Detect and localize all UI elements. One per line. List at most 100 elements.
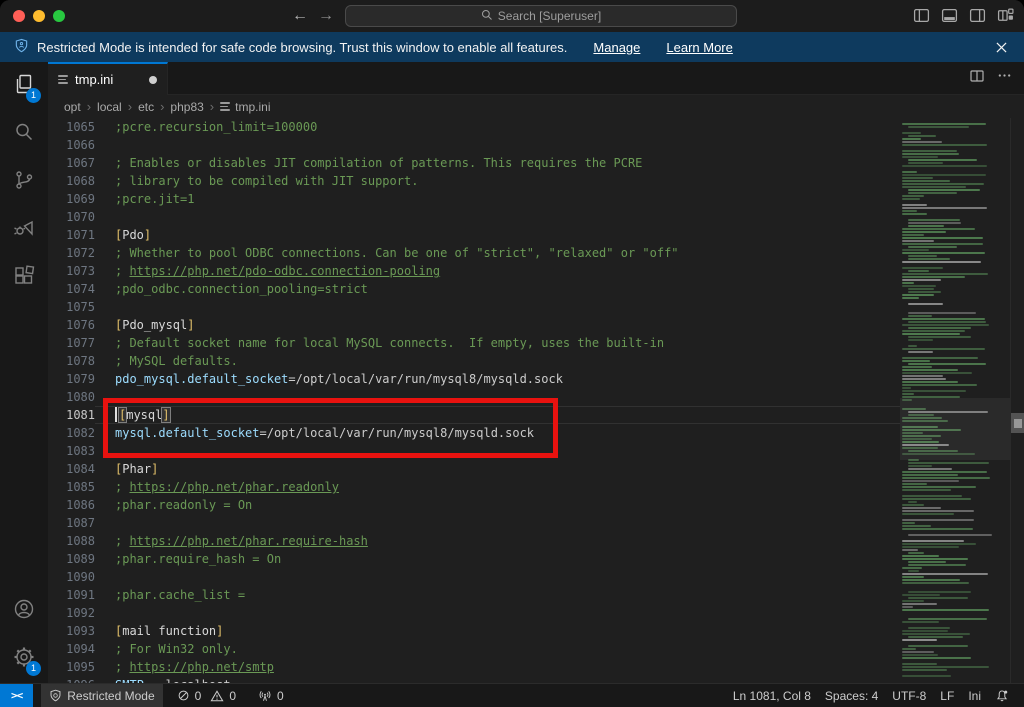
banner-close-button[interactable] <box>992 38 1010 56</box>
line-content[interactable]: pdo_mysql.default_socket=/opt/local/var/… <box>95 370 900 388</box>
line-content[interactable]: ;pcre.jit=1 <box>95 190 900 208</box>
ports-status[interactable]: 0 <box>250 684 292 707</box>
code-line[interactable]: 1080 <box>48 388 900 406</box>
code-line[interactable]: 1084[Phar] <box>48 460 900 478</box>
code-line[interactable]: 1095; https://php.net/smtp <box>48 658 900 676</box>
split-editor-button[interactable] <box>969 68 985 89</box>
line-content[interactable]: ;phar.require_hash = On <box>95 550 900 568</box>
line-content[interactable] <box>95 388 900 406</box>
window-close-button[interactable] <box>13 10 25 22</box>
code-line[interactable]: 1067; Enables or disables JIT compilatio… <box>48 154 900 172</box>
line-content[interactable]: ; https://php.net/smtp <box>95 658 900 676</box>
code-line[interactable]: 1085; https://php.net/phar.readonly <box>48 478 900 496</box>
breadcrumb-item[interactable]: local <box>97 100 122 114</box>
code-line[interactable]: 1068; library to be compiled with JIT su… <box>48 172 900 190</box>
code-line[interactable]: 1065;pcre.recursion_limit=100000 <box>48 118 900 136</box>
window-minimize-button[interactable] <box>33 10 45 22</box>
explorer-view-button[interactable]: 1 <box>0 62 48 110</box>
more-actions-button[interactable] <box>997 68 1012 88</box>
line-content[interactable] <box>95 298 900 316</box>
customize-layout-button[interactable] <box>997 7 1014 24</box>
notifications-button[interactable] <box>988 684 1016 707</box>
line-content[interactable]: [Pdo] <box>95 226 900 244</box>
breadcrumb-item[interactable]: opt <box>64 100 81 114</box>
line-content[interactable]: mysql.default_socket=/opt/local/var/run/… <box>95 424 900 442</box>
code-line[interactable]: 1073; https://php.net/pdo-odbc.connectio… <box>48 262 900 280</box>
encoding-status[interactable]: UTF-8 <box>885 684 933 707</box>
line-content[interactable]: ; library to be compiled with JIT suppor… <box>95 172 900 190</box>
scrollbar-thumb[interactable] <box>1014 419 1022 428</box>
breadcrumb-item[interactable]: php83 <box>170 100 203 114</box>
line-content[interactable]: ; MySQL defaults. <box>95 352 900 370</box>
restricted-mode-status[interactable]: Restricted Mode <box>41 684 162 707</box>
search-view-button[interactable] <box>0 110 48 158</box>
eol-status[interactable]: LF <box>933 684 961 707</box>
line-content[interactable]: ;pdo_odbc.connection_pooling=strict <box>95 280 900 298</box>
line-content[interactable]: ; For Win32 only. <box>95 640 900 658</box>
breadcrumb-item[interactable]: etc <box>138 100 154 114</box>
navigate-back-button[interactable]: ← <box>288 4 312 28</box>
code-line[interactable]: 1096SMTP = localhost <box>48 676 900 683</box>
accounts-button[interactable] <box>0 587 48 635</box>
line-content[interactable] <box>95 136 900 154</box>
line-content[interactable]: [mysql] <box>95 406 900 424</box>
code-line[interactable]: 1079pdo_mysql.default_socket=/opt/local/… <box>48 370 900 388</box>
code-line[interactable]: 1086;phar.readonly = On <box>48 496 900 514</box>
manage-link[interactable]: Manage <box>593 40 640 55</box>
code-line[interactable]: 1089;phar.require_hash = On <box>48 550 900 568</box>
line-content[interactable]: ; https://php.net/pdo-odbc.connection-po… <box>95 262 900 280</box>
code-line[interactable]: 1093[mail function] <box>48 622 900 640</box>
learn-more-link[interactable]: Learn More <box>666 40 732 55</box>
tab-tmp-ini[interactable]: tmp.ini <box>48 62 168 95</box>
code-line[interactable]: 1090 <box>48 568 900 586</box>
indentation-status[interactable]: Spaces: 4 <box>818 684 885 707</box>
code-line[interactable]: 1071[Pdo] <box>48 226 900 244</box>
line-content[interactable]: SMTP = localhost <box>95 676 900 683</box>
code-line[interactable]: 1092 <box>48 604 900 622</box>
line-content[interactable] <box>95 208 900 226</box>
code-line[interactable]: 1088; https://php.net/phar.require-hash <box>48 532 900 550</box>
line-content[interactable]: ; https://php.net/phar.require-hash <box>95 532 900 550</box>
line-content[interactable]: ;phar.readonly = On <box>95 496 900 514</box>
code-line[interactable]: 1076[Pdo_mysql] <box>48 316 900 334</box>
line-content[interactable]: [mail function] <box>95 622 900 640</box>
code-line[interactable]: 1072; Whether to pool ODBC connections. … <box>48 244 900 262</box>
line-content[interactable]: ;pcre.recursion_limit=100000 <box>95 118 900 136</box>
code-line[interactable]: 1066 <box>48 136 900 154</box>
navigate-forward-button[interactable]: → <box>314 4 338 28</box>
line-content[interactable]: ; https://php.net/phar.readonly <box>95 478 900 496</box>
line-content[interactable] <box>95 568 900 586</box>
line-content[interactable] <box>95 442 900 460</box>
line-content[interactable]: [Phar] <box>95 460 900 478</box>
code-line[interactable]: 1075 <box>48 298 900 316</box>
code-line[interactable]: 1083 <box>48 442 900 460</box>
code-line[interactable]: 1078; MySQL defaults. <box>48 352 900 370</box>
code-line[interactable]: 1070 <box>48 208 900 226</box>
command-center-search[interactable]: Search [Superuser] <box>345 5 737 27</box>
remote-indicator[interactable]: >< <box>0 684 33 707</box>
line-content[interactable]: ; Whether to pool ODBC connections. Can … <box>95 244 900 262</box>
code-editor[interactable]: 1065;pcre.recursion_limit=10000010661067… <box>48 118 1024 683</box>
line-content[interactable]: [Pdo_mysql] <box>95 316 900 334</box>
line-content[interactable] <box>95 514 900 532</box>
toggle-panel-button[interactable] <box>941 7 958 24</box>
editor-scrollbar[interactable] <box>1010 118 1024 683</box>
modified-dot-icon[interactable] <box>149 76 157 84</box>
run-debug-view-button[interactable] <box>0 206 48 254</box>
extensions-view-button[interactable] <box>0 254 48 302</box>
code-line[interactable]: 1081[mysql] <box>48 406 900 424</box>
code-line[interactable]: 1074;pdo_odbc.connection_pooling=strict <box>48 280 900 298</box>
code-line[interactable]: 1069;pcre.jit=1 <box>48 190 900 208</box>
problems-status[interactable]: 0 0 <box>169 684 244 707</box>
language-mode-status[interactable]: Ini <box>961 684 988 707</box>
code-line[interactable]: 1091;phar.cache_list = <box>48 586 900 604</box>
code-line[interactable]: 1077; Default socket name for local MySQ… <box>48 334 900 352</box>
code-line[interactable]: 1087 <box>48 514 900 532</box>
line-content[interactable]: ; Default socket name for local MySQL co… <box>95 334 900 352</box>
breadcrumb-file[interactable]: tmp.ini <box>220 100 270 114</box>
window-zoom-button[interactable] <box>53 10 65 22</box>
line-content[interactable] <box>95 604 900 622</box>
code-line[interactable]: 1094; For Win32 only. <box>48 640 900 658</box>
source-control-view-button[interactable] <box>0 158 48 206</box>
line-content[interactable]: ;phar.cache_list = <box>95 586 900 604</box>
